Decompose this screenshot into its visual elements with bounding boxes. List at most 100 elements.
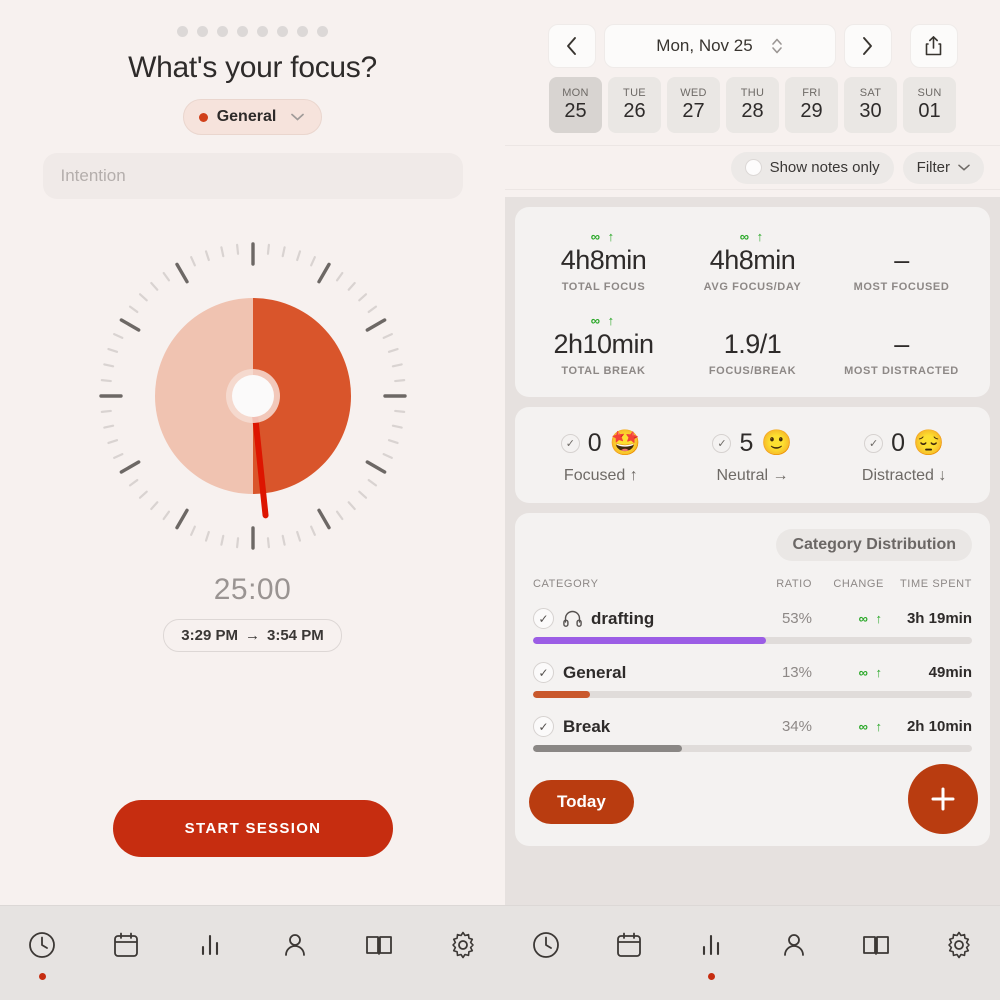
mood-emoji: 😔 xyxy=(913,429,945,457)
nav-item-book[interactable] xyxy=(850,930,902,980)
filter-button[interactable]: Filter xyxy=(902,151,984,184)
week-day-number: 26 xyxy=(623,100,646,122)
page-dot[interactable] xyxy=(297,26,308,37)
nav-active-dot xyxy=(790,973,797,980)
week-day-cell[interactable]: FRI 29 xyxy=(785,77,838,133)
category-time-spent: 3h 19min xyxy=(906,610,972,627)
today-button[interactable]: Today xyxy=(529,780,634,824)
nav-item-bar-chart[interactable] xyxy=(184,930,236,980)
week-day-cell[interactable]: SAT 30 xyxy=(844,77,897,133)
plus-icon xyxy=(931,787,955,811)
page-dot[interactable] xyxy=(217,26,228,37)
gear-icon xyxy=(448,930,478,965)
header-time-spent: TIME SPENT xyxy=(899,578,972,590)
clock-tick-minor xyxy=(112,333,123,339)
chevron-left-icon xyxy=(567,37,576,55)
clock-tick-minor xyxy=(393,379,405,383)
clock-tick-minor xyxy=(138,293,148,302)
page-title: What's your focus? xyxy=(128,51,377,84)
date-picker-button[interactable]: Mon, Nov 25 xyxy=(603,24,836,68)
session-time-range[interactable]: 3:29 PM → 3:54 PM xyxy=(163,619,342,652)
nav-item-clock[interactable] xyxy=(520,930,572,980)
mood-count: 0 xyxy=(891,429,906,457)
clock-tick-major xyxy=(365,460,386,474)
category-rows: ✓ drafting 53% ∞ ↑ 3h 19min ✓ General 13% ∞ ↑ 49m… xyxy=(533,608,972,752)
headphones-icon xyxy=(563,610,582,627)
week-day-cell[interactable]: TUE 26 xyxy=(608,77,661,133)
category-distribution-title[interactable]: Category Distribution xyxy=(776,529,972,561)
chevron-down-icon xyxy=(291,113,305,121)
add-session-button[interactable] xyxy=(908,764,978,834)
share-button[interactable] xyxy=(909,24,958,68)
check-icon[interactable]: ✓ xyxy=(533,716,554,737)
stat-caption: TOTAL FOCUS xyxy=(561,281,646,293)
clock-tick-minor xyxy=(149,501,158,511)
clock-tick-major xyxy=(316,262,331,284)
check-icon[interactable]: ✓ xyxy=(533,608,554,629)
page-dot[interactable] xyxy=(177,26,188,37)
person-icon xyxy=(779,930,809,965)
stat-change: ∞ ↑ xyxy=(590,313,617,328)
nav-item-person[interactable] xyxy=(768,930,820,980)
stat-value: 1.9/1 xyxy=(723,329,782,359)
gear-icon xyxy=(944,930,974,965)
nav-item-gear[interactable] xyxy=(933,930,985,980)
nav-item-book[interactable] xyxy=(353,930,405,980)
clock-face-svg xyxy=(98,242,407,550)
page-dot[interactable] xyxy=(197,26,208,37)
show-notes-only-toggle[interactable]: Show notes only xyxy=(730,151,894,184)
category-change: ∞ ↑ xyxy=(858,719,884,734)
clock-tick-minor xyxy=(219,246,224,258)
clock-tick-minor xyxy=(335,271,343,282)
summary-stat: ∞ ↑ 4h8min AVG FOCUS/DAY xyxy=(678,229,827,293)
selected-date-label: Mon, Nov 25 xyxy=(656,36,753,55)
nav-item-person[interactable] xyxy=(269,930,321,980)
clock-tick-minor xyxy=(367,305,377,314)
week-day-cell[interactable]: SUN 01 xyxy=(903,77,956,133)
clock-tick-minor xyxy=(162,510,170,521)
clock-tick-major xyxy=(365,318,386,332)
clock-tick-major xyxy=(119,318,140,332)
week-day-cell[interactable]: THU 28 xyxy=(726,77,779,133)
category-bar-track xyxy=(533,745,972,752)
nav-item-clock[interactable] xyxy=(16,930,68,980)
header-ratio: RATIO xyxy=(776,578,812,590)
week-day-name: SUN xyxy=(917,87,942,99)
clock-tick-minor xyxy=(387,439,399,445)
page-dot[interactable] xyxy=(257,26,268,37)
mood-stat[interactable]: ✓ 0 😔 Distracted ↓ xyxy=(828,429,980,485)
nav-active-dot xyxy=(873,973,880,980)
intention-input[interactable] xyxy=(42,153,463,199)
week-day-name: WED xyxy=(680,87,707,99)
page-dot[interactable] xyxy=(277,26,288,37)
mood-count: 5 xyxy=(739,429,754,457)
category-row[interactable]: ✓ Break 34% ∞ ↑ 2h 10min xyxy=(533,716,972,752)
category-row[interactable]: ✓ drafting 53% ∞ ↑ 3h 19min xyxy=(533,608,972,644)
category-row[interactable]: ✓ General 13% ∞ ↑ 49min xyxy=(533,662,972,698)
next-day-button[interactable] xyxy=(843,24,892,68)
category-distribution-card: Category Distribution CATEGORY RATIO CHA… xyxy=(515,513,990,846)
mood-emoji: 🤩 xyxy=(609,429,641,457)
nav-item-bar-chart[interactable] xyxy=(685,930,737,980)
start-session-button[interactable]: START SESSION xyxy=(113,800,393,857)
summary-stat: – MOST FOCUSED xyxy=(827,229,976,293)
nav-item-gear[interactable] xyxy=(437,930,489,980)
category-selector[interactable]: General xyxy=(182,99,323,135)
nav-active-dot xyxy=(207,973,214,980)
check-icon[interactable]: ✓ xyxy=(533,662,554,683)
week-day-cell[interactable]: WED 27 xyxy=(667,77,720,133)
previous-day-button[interactable] xyxy=(547,24,596,68)
clock-tick-minor xyxy=(102,363,114,368)
page-dot[interactable] xyxy=(317,26,328,37)
mood-stat[interactable]: ✓ 0 🤩 Focused ↑ xyxy=(525,429,677,485)
week-day-cell[interactable]: MON 25 xyxy=(549,77,602,133)
category-selector-label: General xyxy=(216,108,277,125)
page-indicator-dots[interactable] xyxy=(177,26,328,37)
session-clock[interactable] xyxy=(98,241,408,551)
page-dot[interactable] xyxy=(237,26,248,37)
nav-item-calendar[interactable] xyxy=(603,930,655,980)
week-day-number: 01 xyxy=(918,100,941,122)
nav-item-calendar[interactable] xyxy=(100,930,152,980)
mood-stat[interactable]: ✓ 5 🙂 Neutral → xyxy=(677,429,829,485)
category-title-row: Category Distribution xyxy=(533,529,972,561)
